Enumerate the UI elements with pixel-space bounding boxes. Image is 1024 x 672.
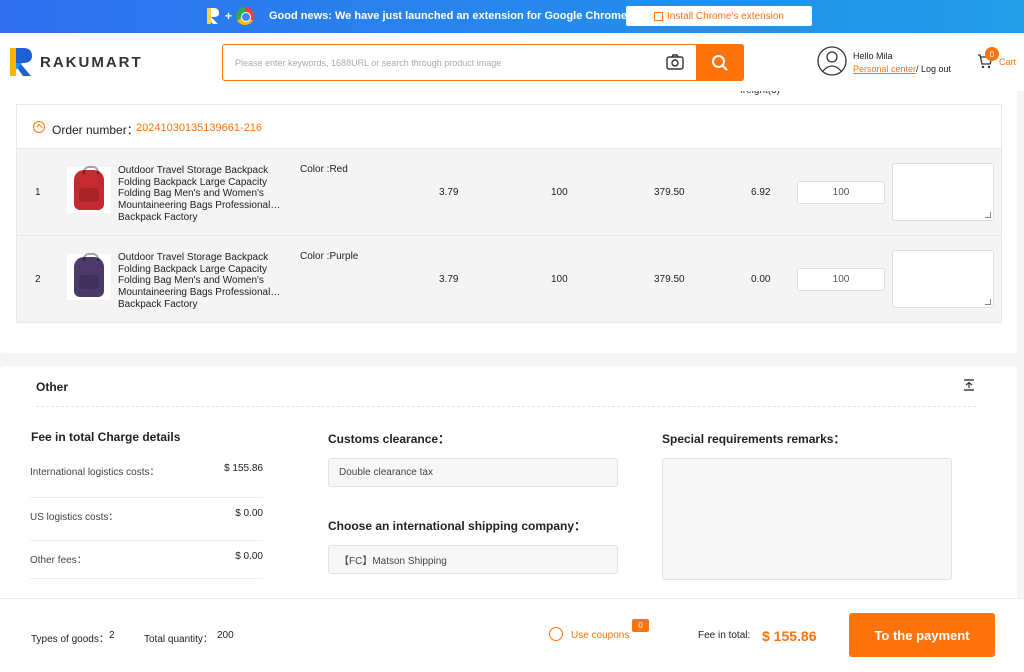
shipping-select[interactable]: 【FC】Matson Shipping — [328, 545, 618, 574]
site-logo[interactable]: RAKUMART — [8, 46, 143, 78]
fee-value: $ 0.00 — [235, 551, 263, 562]
order-header: Order number： 20241030135139661-216 — [17, 105, 1001, 149]
install-extension-button[interactable]: Install Chrome's extension — [626, 6, 812, 26]
remark-textarea[interactable] — [892, 163, 994, 221]
shipping-title: Choose an international shipping company… — [328, 519, 587, 533]
chrome-icon — [236, 7, 255, 25]
backpack-image — [74, 166, 104, 210]
unit-price: 3.79 — [439, 274, 459, 285]
quantity-input[interactable] — [797, 268, 885, 291]
quantity-input[interactable] — [797, 181, 885, 204]
special-title: Special requirements remarks： — [662, 432, 846, 446]
fee-row: International logistics costs： $ 155.86 — [30, 455, 263, 498]
other-section-title: Other — [36, 380, 69, 394]
logo-text: RAKUMART — [40, 53, 143, 71]
page-gutter — [1017, 91, 1024, 598]
backpack-image — [74, 253, 104, 297]
customs-value: Double clearance tax — [339, 467, 433, 478]
product-thumbnail[interactable] — [67, 166, 111, 213]
types-value: 2 — [109, 630, 115, 641]
search-bar — [222, 44, 744, 81]
total-quantity-label: Total quantity： — [144, 634, 213, 645]
remark-textarea[interactable] — [892, 250, 994, 308]
checkout-footer: Types of goods： 2 Total quantity： 200 Us… — [0, 598, 1024, 672]
resize-grip-icon[interactable] — [985, 299, 991, 305]
shipping-value: 【FC】Matson Shipping — [339, 556, 447, 567]
freight-value: 6.92 — [751, 187, 771, 198]
user-greeting: Hello Mila — [853, 51, 893, 61]
fee-label: Other fees： — [30, 555, 87, 566]
search-input[interactable] — [223, 45, 653, 80]
personal-center-link[interactable]: Personal center — [853, 64, 916, 74]
fee-row: US logistics costs： $ 0.00 — [30, 498, 263, 541]
fee-value: $ 0.00 — [235, 508, 263, 519]
cart-label[interactable]: Cart — [999, 57, 1016, 67]
to-payment-button[interactable]: To the payment — [849, 613, 995, 657]
quantity: 100 — [551, 187, 568, 198]
freight-value: 0.00 — [751, 274, 771, 285]
logout-link[interactable]: / Log out — [916, 64, 951, 74]
use-coupons-link[interactable]: Use coupons — [571, 630, 629, 641]
banner-text: Good news: We have just launched an exte… — [269, 10, 627, 22]
camera-icon[interactable] — [666, 54, 684, 70]
fee-value: $ 155.86 — [224, 463, 263, 474]
row-index: 1 — [35, 187, 41, 198]
product-color: Color :Purple — [300, 251, 359, 262]
order-table: Order number： 20241030135139661-216 1 Ou… — [16, 104, 1002, 323]
search-icon — [712, 54, 728, 71]
row-index: 2 — [35, 274, 41, 285]
coupon-count-badge: 0 — [632, 619, 649, 632]
external-link-icon — [654, 11, 664, 21]
product-thumbnail[interactable] — [67, 253, 111, 300]
fee-total-label: Fee in total: — [698, 630, 751, 641]
unit-price: 3.79 — [439, 187, 459, 198]
line-total: 379.50 — [654, 187, 685, 198]
cart-count-badge: 0 — [985, 47, 999, 61]
product-color: Color :Red — [300, 164, 348, 175]
install-extension-label: Install Chrome's extension — [667, 10, 784, 22]
plus-sign: + — [225, 9, 233, 23]
rakumart-mini-logo-icon — [207, 8, 219, 24]
customs-select[interactable]: Double clearance tax — [328, 458, 618, 487]
banner-logos: + — [205, 7, 255, 25]
order-collapse-icon[interactable] — [33, 121, 45, 133]
fee-label: International logistics costs： — [30, 467, 160, 478]
search-button[interactable] — [696, 44, 744, 81]
user-avatar-icon[interactable] — [817, 46, 847, 76]
order-number-label: Order number： — [52, 123, 139, 137]
customs-title: Customs clearance： — [328, 432, 451, 446]
coupon-radio[interactable] — [549, 627, 563, 641]
table-row: 2 Outdoor Travel Storage Backpack Foldin… — [17, 236, 1001, 323]
product-name[interactable]: Outdoor Travel Storage Backpack Folding … — [118, 252, 290, 311]
order-number-value: 20241030135139661-216 — [136, 122, 263, 134]
collapse-section-icon[interactable] — [963, 379, 975, 391]
rakumart-logo-icon — [10, 48, 32, 76]
resize-grip-icon[interactable] — [985, 212, 991, 218]
site-header: RAKUMART Hello Mila Personal center / Lo… — [0, 33, 1024, 91]
fees-title: Fee in total Charge details — [31, 430, 181, 444]
fee-total-value: $ 155.86 — [762, 628, 817, 644]
quantity: 100 — [551, 274, 568, 285]
line-total: 379.50 — [654, 274, 685, 285]
types-label: Types of goods： — [31, 634, 109, 645]
fee-row: Other fees： $ 0.00 — [30, 536, 263, 579]
special-requirements-textarea[interactable] — [662, 458, 952, 580]
product-name[interactable]: Outdoor Travel Storage Backpack Folding … — [118, 165, 290, 224]
freight-header-partial: freight(3) — [740, 91, 780, 97]
section-divider — [36, 406, 976, 407]
promo-banner: + Good news: We have just launched an ex… — [0, 0, 1024, 33]
fee-label: US logistics costs： — [30, 512, 119, 523]
total-quantity-value: 200 — [217, 630, 234, 641]
table-row: 1 Outdoor Travel Storage Backpack Foldin… — [17, 149, 1001, 236]
